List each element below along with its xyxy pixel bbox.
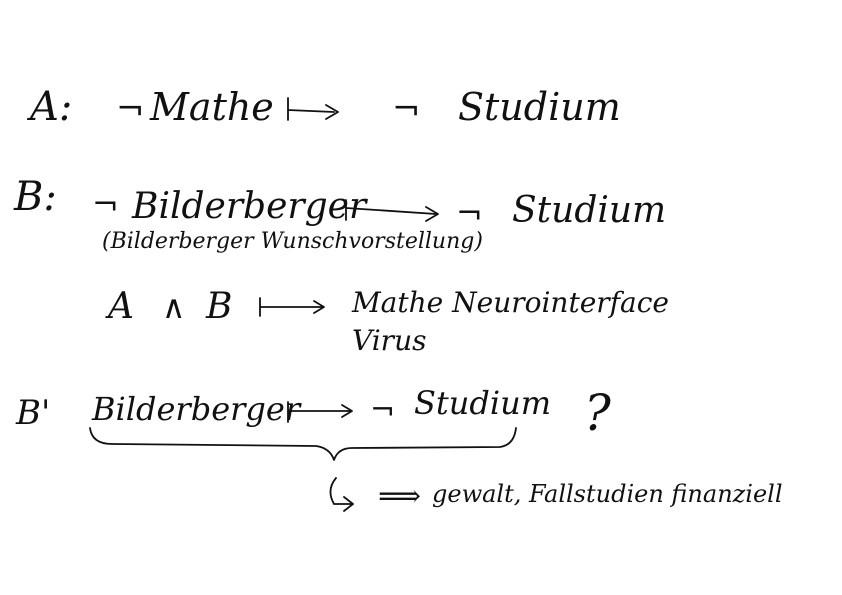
premise-bilderberger: Bilderberger: [91, 390, 302, 428]
negation-symbol: ¬: [116, 89, 145, 129]
premise-bilderberger: Bilderberger: [131, 186, 368, 227]
negation-symbol: ¬: [370, 393, 395, 428]
negation-symbol: ¬: [392, 89, 421, 129]
label-b-prime: B': [15, 393, 50, 433]
hook-arrow: [329, 477, 354, 512]
implies-symbol: ⟹: [378, 479, 421, 514]
note-wunschvorstellung: (Bilderberger Wunschvorstellung): [102, 229, 483, 254]
term-a: A: [105, 286, 134, 327]
and-symbol: ∧: [162, 288, 185, 326]
negation-symbol: ¬: [456, 194, 483, 232]
negation-symbol: ¬: [92, 185, 119, 223]
conclusion-studium: Studium: [458, 85, 621, 129]
premise-mathe: Mathe: [149, 85, 274, 129]
line-a: A: ¬ Mathe ¬ Studium: [26, 84, 621, 130]
question-mark: ?: [584, 384, 612, 442]
line-b-prime: B' Bilderberger ¬ Studium ? ⟹ gewalt, Fa…: [15, 384, 783, 514]
term-b: B: [205, 286, 232, 327]
maps-to-arrow: [259, 297, 325, 317]
underbrace: [89, 427, 517, 461]
note-canvas: A: ¬ Mathe ¬ Studium B: ¬ Bilderberger ¬…: [13, 84, 783, 514]
maps-to-arrow: [287, 97, 339, 121]
line-b: B: ¬ Bilderberger ¬ Studium (Bilderberge…: [13, 174, 666, 254]
line-a-and-b: A ∧ B Mathe Neurointerface Virus: [105, 286, 669, 357]
result-virus: Virus: [352, 324, 426, 357]
conclusion-studium: Studium: [512, 190, 666, 231]
consequence-text: gewalt, Fallstudien finanziell: [432, 480, 783, 508]
label-b: B:: [13, 174, 57, 220]
label-a: A:: [26, 84, 72, 130]
conclusion-studium: Studium: [414, 384, 551, 422]
result-mathe-neurointerface: Mathe Neurointerface: [351, 286, 669, 319]
